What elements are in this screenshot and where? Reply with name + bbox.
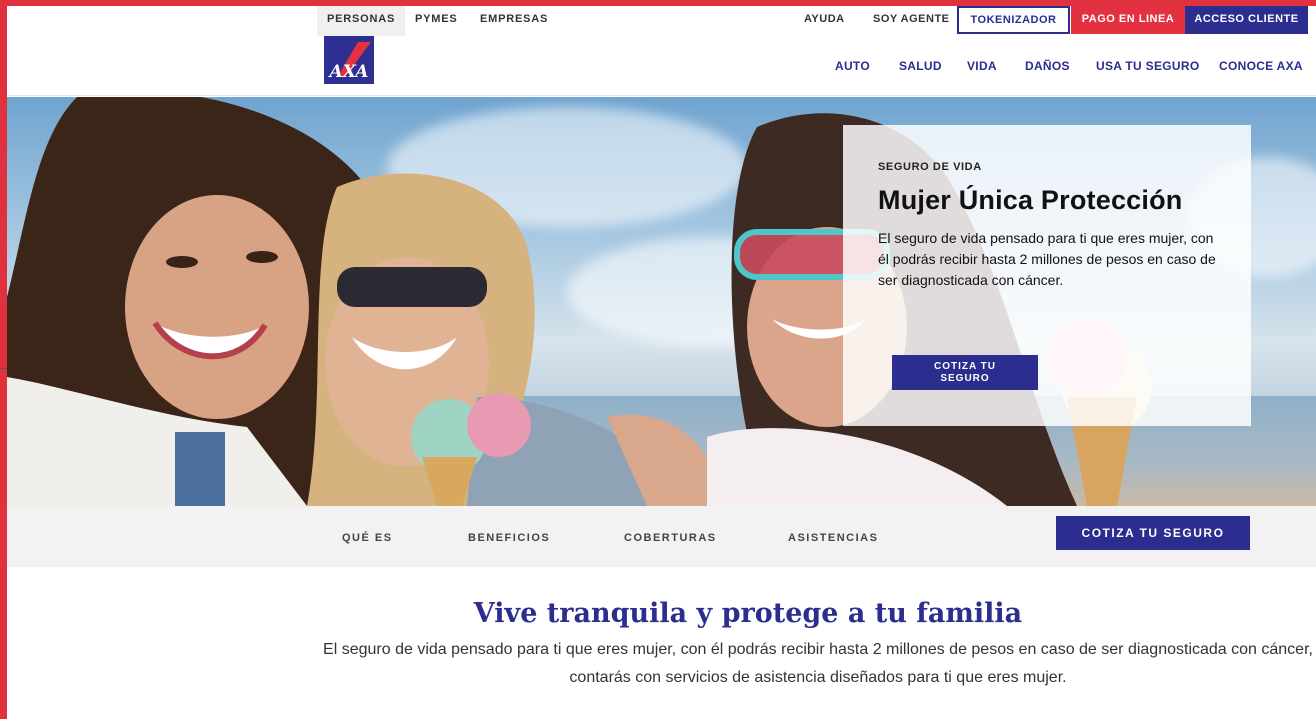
- pago-en-linea-button[interactable]: PAGO EN LINEA: [1071, 6, 1185, 34]
- acceso-cliente-button[interactable]: ACCESO CLIENTE: [1185, 6, 1308, 34]
- subnav-coberturas[interactable]: COBERTURAS: [624, 532, 717, 544]
- svg-text:AXA: AXA: [328, 62, 369, 82]
- subnav-asistencias[interactable]: ASISTENCIAS: [788, 532, 878, 544]
- hero-cta-line1: COTIZA TU: [934, 361, 996, 372]
- main-header: AXA AUTO SALUD VIDA DAÑOS USA TU SEGURO …: [7, 36, 1316, 96]
- axa-logo-icon: AXA: [324, 36, 374, 84]
- nav-conoce-axa[interactable]: CONOCE AXA: [1219, 59, 1303, 73]
- axa-logo[interactable]: AXA: [324, 36, 374, 84]
- nav-vida[interactable]: VIDA: [967, 59, 997, 73]
- tokenizador-button[interactable]: TOKENIZADOR: [957, 6, 1070, 34]
- nav-danos[interactable]: DAÑOS: [1025, 59, 1070, 73]
- nav-usa-tu-seguro[interactable]: USA TU SEGURO: [1096, 59, 1199, 73]
- subnav-beneficios[interactable]: BENEFICIOS: [468, 532, 550, 544]
- ayuda-link[interactable]: AYUDA: [804, 6, 845, 34]
- hero-title: Mujer Única Protección: [878, 185, 1183, 215]
- utility-bar: PERSONAS PYMES EMPRESAS AYUDA SOY AGENTE…: [7, 6, 1316, 36]
- intro-description: El seguro de vida pensado para ti que er…: [323, 641, 1313, 686]
- subnav-que-es[interactable]: QUÉ ES: [342, 532, 393, 544]
- hero-card: SEGURO DE VIDA Mujer Única Protección El…: [843, 125, 1251, 426]
- hero-cta-line2: SEGURO: [940, 373, 990, 384]
- segment-personas[interactable]: PERSONAS: [317, 6, 406, 36]
- hero-description: El seguro de vida pensado para ti que er…: [878, 230, 1216, 288]
- product-subnav: QUÉ ES BENEFICIOS COBERTURAS ASISTENCIAS…: [7, 506, 1316, 567]
- segment-pymes[interactable]: PYMES: [405, 6, 468, 36]
- nav-auto[interactable]: AUTO: [835, 59, 870, 73]
- intro-title: Vive tranquila y protege a tu familia: [473, 598, 1023, 629]
- hero-banner: SEGURO DE VIDA Mujer Única Protección El…: [7, 97, 1316, 506]
- cotiza-tu-seguro-hero-button[interactable]: COTIZA TU SEGURO: [892, 355, 1038, 390]
- hero-eyebrow: SEGURO DE VIDA: [878, 161, 982, 173]
- nav-salud[interactable]: SALUD: [899, 59, 942, 73]
- cotiza-tu-seguro-button[interactable]: COTIZA TU SEGURO: [1056, 516, 1250, 550]
- soy-agente-link[interactable]: SOY AGENTE: [873, 6, 950, 34]
- segment-empresas[interactable]: EMPRESAS: [470, 6, 558, 36]
